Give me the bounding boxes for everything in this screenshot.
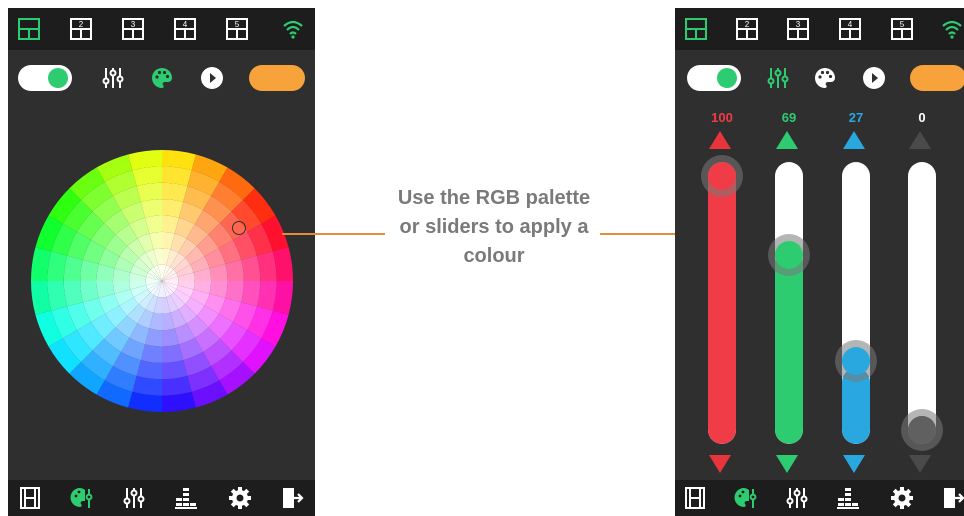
decrease-arrow-icon[interactable]	[776, 455, 798, 473]
decrease-arrow-icon[interactable]	[709, 455, 731, 473]
screenshot-stage: 2 3 4 5 Use the RGB palette or sliders t…	[0, 0, 964, 516]
top-tab-bar: 2 3 4 5	[8, 8, 315, 50]
film-icon[interactable]	[18, 486, 42, 510]
slider-track[interactable]	[908, 162, 936, 444]
increase-arrow-icon[interactable]	[776, 131, 798, 149]
wheel-segment[interactable]	[63, 281, 83, 307]
slider-value: 0	[918, 110, 926, 125]
thumb-core	[708, 162, 736, 190]
color-preview-pill[interactable]	[249, 65, 305, 91]
preset-5-icon[interactable]: 5	[226, 18, 248, 40]
wheel-segment[interactable]	[241, 255, 261, 281]
equalizer-icon[interactable]	[836, 486, 860, 510]
slider-value: 69	[781, 110, 797, 125]
wheel-segment[interactable]	[162, 360, 188, 380]
callout-connector-left	[282, 233, 385, 235]
power-toggle[interactable]	[18, 65, 72, 91]
tab-label: 4	[183, 20, 188, 29]
equalizer-icon[interactable]	[174, 486, 198, 510]
rgb-color-wheel[interactable]	[31, 150, 293, 412]
tab-label: 2	[79, 20, 84, 29]
preset-3-icon[interactable]: 3	[122, 18, 144, 40]
play-icon[interactable]	[200, 66, 224, 90]
slider-track[interactable]	[775, 162, 803, 444]
callout-text: Use the RGB palette or sliders to apply …	[397, 187, 591, 267]
gear-icon[interactable]	[890, 486, 914, 510]
increase-arrow-icon[interactable]	[709, 131, 731, 149]
wheel-segment[interactable]	[136, 360, 162, 380]
sliders-icon[interactable]	[101, 66, 125, 90]
thumb-core	[775, 240, 803, 269]
phone-slider-screen: 2 3 4 5 100 69 27 0	[675, 8, 964, 516]
slider-track[interactable]	[842, 162, 870, 444]
tab-label: 3	[131, 20, 136, 29]
slider-value: 27	[848, 110, 864, 125]
sliders-icon[interactable]	[122, 486, 146, 510]
slider-fill	[775, 249, 803, 444]
grid-icon[interactable]	[18, 18, 40, 40]
increase-arrow-icon[interactable]	[843, 131, 865, 149]
palette-settings-icon[interactable]	[70, 486, 94, 510]
mode-toolbar	[8, 50, 315, 104]
sliders-icon[interactable]	[785, 486, 809, 510]
decrease-arrow-icon[interactable]	[909, 455, 931, 473]
color-wheel-marker[interactable]	[232, 221, 246, 235]
thumb-core	[908, 416, 936, 444]
toggle-knob	[48, 68, 68, 88]
palette-settings-icon[interactable]	[734, 486, 758, 510]
slider-thumb[interactable]	[835, 340, 877, 383]
slider-thumb[interactable]	[701, 155, 743, 197]
decrease-arrow-icon[interactable]	[843, 455, 865, 473]
wheel-segment[interactable]	[241, 281, 261, 307]
preset-2-icon[interactable]: 2	[70, 18, 92, 40]
phone-wheel-screen: 2 3 4 5	[8, 8, 315, 516]
rgb-slider[interactable]: 0	[897, 8, 947, 478]
wheel-segment[interactable]	[162, 182, 188, 202]
slider-thumb[interactable]	[768, 233, 810, 276]
exit-icon[interactable]	[941, 486, 964, 510]
gear-icon[interactable]	[228, 486, 252, 510]
wifi-icon	[282, 18, 304, 40]
preset-4-icon[interactable]: 4	[174, 18, 196, 40]
rgb-slider[interactable]: 27	[831, 8, 881, 478]
slider-track[interactable]	[708, 162, 736, 444]
exit-icon[interactable]	[280, 486, 304, 510]
film-icon[interactable]	[683, 486, 707, 510]
increase-arrow-icon[interactable]	[909, 131, 931, 149]
rgb-slider[interactable]: 69	[764, 8, 814, 478]
slider-thumb[interactable]	[901, 409, 943, 451]
tab-label: 5	[235, 20, 240, 29]
bottom-nav-bar	[8, 480, 315, 516]
wheel-segment[interactable]	[63, 255, 83, 281]
slider-fill	[708, 162, 736, 444]
bottom-nav-bar	[675, 480, 964, 516]
palette-icon[interactable]	[150, 66, 174, 90]
wheel-segment[interactable]	[136, 182, 162, 202]
rgb-slider[interactable]: 100	[697, 8, 747, 478]
slider-value: 100	[711, 110, 733, 125]
